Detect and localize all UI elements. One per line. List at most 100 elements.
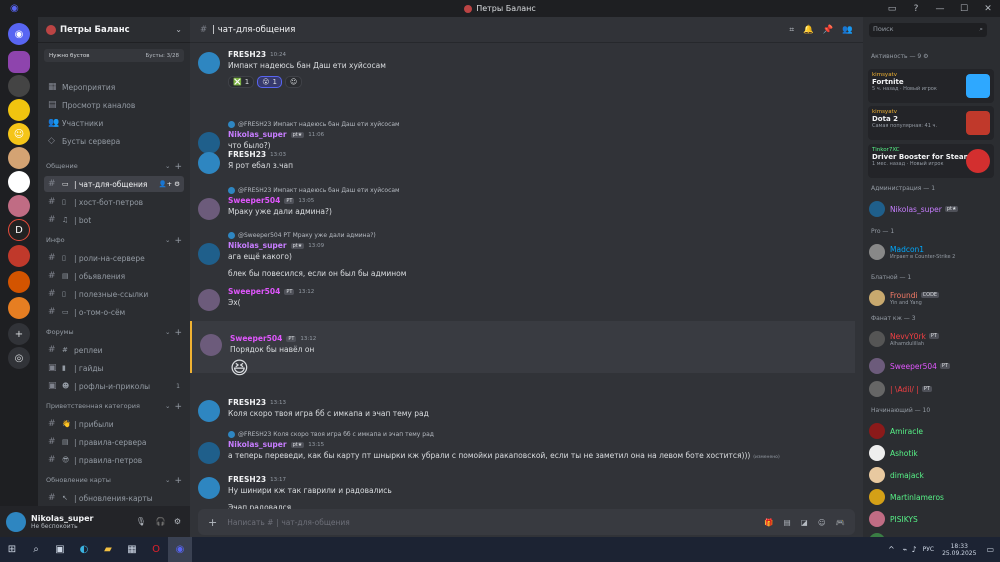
channel-item[interactable]: # ♫ | bot [44,212,184,228]
server-icon[interactable] [8,51,30,73]
home-icon[interactable]: ◉ [8,23,30,45]
category-header[interactable]: Инфо ⌄ + [46,236,182,246]
reply-preview[interactable]: @FRESH23 Импакт надеюсь бан Даш ети хуйс… [228,187,400,194]
author-name[interactable]: FRESH23 [228,398,266,407]
add-attachment-icon[interactable]: + [208,516,217,529]
avatar[interactable] [198,52,220,74]
inbox-icon[interactable]: ▭ [880,0,904,17]
notifications-icon[interactable]: ▭ [986,545,994,554]
reaction[interactable]: 😮 1 [257,76,282,88]
tray-chevron-icon[interactable]: ^ [888,545,895,554]
avatar[interactable] [198,289,220,311]
nav-item[interactable]: ▤ Просмотр каналов [44,97,184,113]
reaction[interactable]: ❎ 1 [228,76,255,88]
opera-icon[interactable]: O [144,537,168,562]
search-input[interactable]: Поиск ⌕ [869,23,987,37]
author-name[interactable]: Nikolas_super [228,130,287,139]
discord-taskbar-icon[interactable]: ◉ [168,537,192,562]
maximize-button[interactable]: ☐ [952,0,976,17]
add-channel-icon[interactable]: + [174,476,182,486]
member-item[interactable]: Amiracle [869,421,996,441]
channel-item[interactable]: ▣ ▮ | гайды [44,360,184,376]
channel-item[interactable]: # ▯ | роли-на-сервере [44,250,184,266]
author-name[interactable]: Sweeper504 [228,287,280,296]
channel-item[interactable]: # ▭ | чат-для-общения 👤+ ⚙ [44,176,184,192]
category-header[interactable]: Общение ⌄ + [46,162,182,172]
member-item[interactable]: Froundi CODE Yin and Yang [869,288,996,308]
server-icon[interactable] [8,99,30,121]
avatar[interactable] [198,442,220,464]
message-input[interactable]: + Написать # | чат-для-общения 🎁 ▤ ◪ ☺ 🎮 [198,509,855,535]
avatar[interactable] [198,132,220,154]
server-icon[interactable] [8,271,30,293]
server-icon[interactable] [8,195,30,217]
gif-icon[interactable]: ▤ [784,518,791,527]
member-item[interactable]: Madcon1 Играет в Counter-Strike 2 [869,242,996,262]
member-item[interactable]: Nikolas_super pt★ [869,199,996,219]
member-item[interactable]: dimajack [869,465,996,485]
channel-item[interactable]: # ▤ | правила-сервера [44,434,184,450]
windows-start-icon[interactable]: ⊞ [0,537,24,562]
avatar[interactable] [198,243,220,265]
user-avatar[interactable] [6,511,26,532]
member-item[interactable]: | \Adil/ | PT [869,379,996,399]
author-name[interactable]: Nikolas_super [228,241,287,250]
add-reaction-icon[interactable]: ☺ [284,76,303,88]
channel-item[interactable]: # ▯ | полезные-ссылки [44,286,184,302]
author-name[interactable]: Sweeper504 [228,196,280,205]
headphones-icon[interactable]: 🎧 [156,517,166,526]
author-name[interactable]: FRESH23 [228,150,266,159]
avatar[interactable] [198,477,220,499]
clock[interactable]: 18:33 25.09.2025 [942,543,976,557]
threads-icon[interactable]: ⌗ [789,25,794,35]
channel-item[interactable]: # # реплеи [44,342,184,358]
server-header[interactable]: Петры Баланс ⌄ [38,17,190,43]
category-header[interactable]: Обновление карты ⌄ + [46,476,182,486]
member-item[interactable]: PISIKYS [869,509,996,529]
channel-item[interactable]: # ↖ | обновления-карты [44,490,184,506]
avatar[interactable] [200,334,222,356]
author-name[interactable]: FRESH23 [228,50,266,59]
add-server-icon[interactable]: + [8,323,30,345]
server-icon[interactable]: D [8,219,30,241]
activity-card[interactable]: kimsyatv Fortnite 5 ч. назад · Новый игрок [868,69,994,103]
discover-icon[interactable]: ◎ [8,347,30,369]
members-toggle-icon[interactable]: 👥 [842,25,853,35]
avatar[interactable] [198,198,220,220]
edge-icon[interactable]: ◐ [72,537,96,562]
channel-item[interactable]: # 👋 | прибыли [44,416,184,432]
reply-preview[interactable]: @Sweeper504 PT Мраку уже дали админа?) [228,232,376,239]
category-header[interactable]: Форумы ⌄ + [46,328,182,338]
language-indicator[interactable]: РУС [923,546,934,553]
channel-item[interactable]: ▣ ☻ | рофлы-и-приколы 1 [44,378,184,394]
apps-icon[interactable]: 🎮 [836,518,845,527]
author-name[interactable]: Nikolas_super [228,440,287,449]
nav-item[interactable]: ◇ Бусты сервера [44,133,184,149]
author-name[interactable]: Sweeper504 [230,334,282,343]
author-name[interactable]: FRESH23 [228,475,266,484]
nav-item[interactable]: ▦ Мероприятия [44,79,184,95]
microphone-icon[interactable]: 🎙 [136,517,146,526]
add-channel-icon[interactable]: + [174,328,182,338]
channel-item[interactable]: # 😎 | правила-петров [44,452,184,468]
member-item[interactable]: NevvY0rk PT Alhamdulillah [869,329,996,349]
category-header[interactable]: Приветственная категория ⌄ + [46,402,182,412]
file-explorer-icon[interactable]: ▰ [96,537,120,562]
minimize-button[interactable]: — [928,0,952,17]
member-item[interactable]: Sweeper504 PT [869,356,996,376]
member-item[interactable]: Martinlameros [869,487,996,507]
avatar[interactable] [198,152,220,174]
task-view-icon[interactable]: ▣ [48,537,72,562]
server-icon[interactable] [8,297,30,319]
activity-card[interactable]: kimsyatv Dota 2 Самая популярная: 41 ч. [868,106,994,140]
settings-gear-icon[interactable]: ⚙ [174,517,181,526]
emoji-icon[interactable]: ☺ [818,518,826,527]
store-icon[interactable]: ▦ [120,537,144,562]
server-icon[interactable] [8,147,30,169]
search-icon[interactable]: ⌕ [24,537,48,562]
add-channel-icon[interactable]: + [174,162,182,172]
server-icon[interactable]: ☺ [8,123,30,145]
reply-preview[interactable]: @FRESH23 Коля скоро твоя игра бб с имкап… [228,431,434,438]
member-item[interactable]: Ashotik [869,443,996,463]
channel-item[interactable]: # ▤ | обьявления [44,268,184,284]
